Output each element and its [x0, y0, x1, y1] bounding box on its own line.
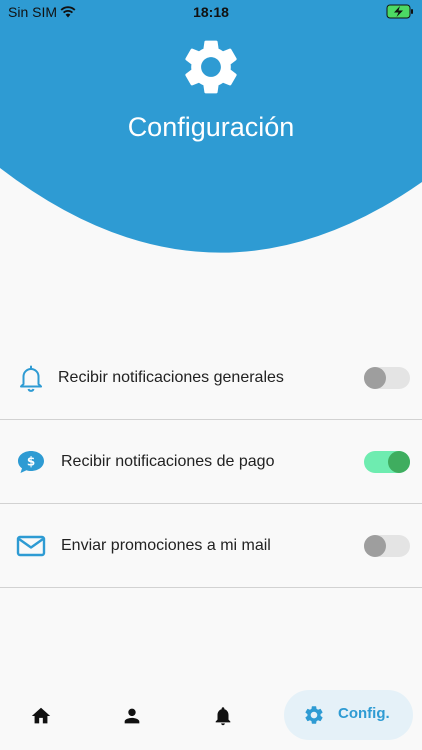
mail-icon: [16, 535, 46, 557]
status-bar: Sin SIM 18:18: [0, 0, 422, 24]
bottom-nav: Config.: [0, 686, 422, 750]
setting-row-general-notifications: Recibir notificaciones generales: [0, 336, 422, 420]
settings-list: Recibir notificaciones generales $ Recib…: [0, 336, 422, 588]
bell-icon: [20, 365, 42, 392]
gear-icon: [305, 706, 323, 724]
nav-item-profile[interactable]: [107, 686, 157, 744]
toggle-knob: [364, 367, 386, 389]
setting-label: Recibir notificaciones de pago: [61, 453, 275, 470]
dollar-chat-icon: $: [18, 451, 44, 473]
status-time: 18:18: [193, 4, 229, 20]
person-icon: [124, 708, 140, 724]
toggle-knob: [388, 451, 410, 473]
bell-icon: [215, 707, 231, 726]
setting-label: Enviar promociones a mi mail: [61, 537, 271, 554]
payment-notifications-toggle[interactable]: [364, 451, 410, 473]
nav-item-home[interactable]: [16, 686, 66, 744]
mail-promotions-toggle[interactable]: [364, 535, 410, 557]
setting-row-mail-promotions: Enviar promociones a mi mail: [0, 504, 422, 588]
nav-config-label: Config.: [338, 705, 390, 722]
general-notifications-toggle[interactable]: [364, 367, 410, 389]
gear-icon: [185, 40, 237, 94]
toggle-knob: [364, 535, 386, 557]
svg-text:$: $: [27, 455, 35, 469]
battery-charging-icon: [386, 4, 413, 19]
nav-item-config[interactable]: Config.: [284, 690, 413, 740]
setting-row-payment-notifications: $ Recibir notificaciones de pago: [0, 420, 422, 504]
nav-item-notifications[interactable]: [198, 686, 248, 744]
setting-label: Recibir notificaciones generales: [58, 369, 284, 386]
page-title: Configuración: [127, 112, 295, 142]
home-icon: [31, 707, 51, 724]
